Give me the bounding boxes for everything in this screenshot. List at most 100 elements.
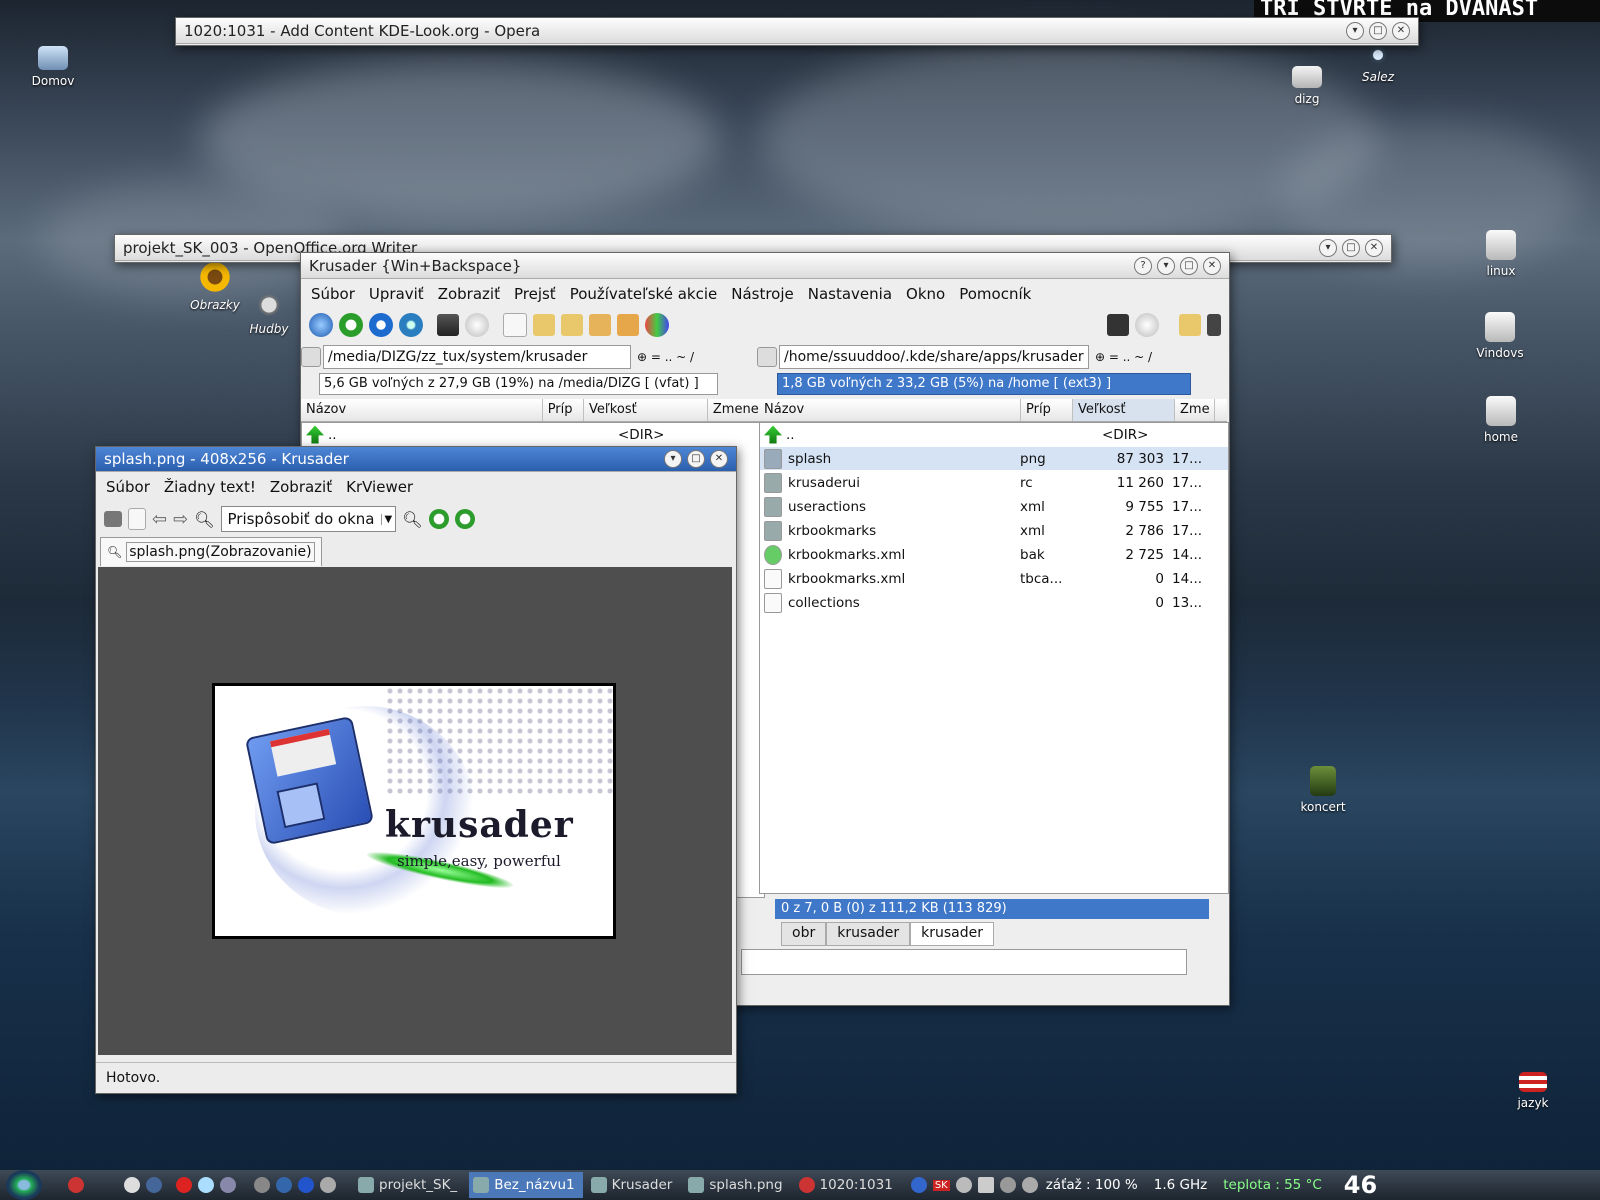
menu-okno[interactable]: Okno bbox=[906, 285, 945, 303]
shade-button[interactable]: ▾ bbox=[1157, 256, 1175, 275]
keyboard-layout-icon[interactable]: SK bbox=[932, 1179, 950, 1191]
left-path-buttons[interactable]: ⊕ = .. ~ / bbox=[637, 350, 694, 364]
menu-zobrazit[interactable]: Zobraziť bbox=[438, 285, 500, 303]
menu-nastroje[interactable]: Nástroje bbox=[731, 285, 794, 303]
table-row-selected[interactable]: splash png 87 303 17... bbox=[760, 447, 1228, 470]
disk-icon[interactable] bbox=[999, 1177, 1016, 1193]
menu-ziadny-text[interactable]: Žiadny text! bbox=[164, 478, 256, 496]
rotate-left-icon[interactable] bbox=[428, 509, 449, 529]
app-icon[interactable] bbox=[220, 1177, 236, 1193]
task-splash[interactable]: splash.png bbox=[684, 1172, 790, 1198]
table-row[interactable]: collections 0 13... bbox=[760, 591, 1228, 614]
menu-zobrazit[interactable]: Zobraziť bbox=[270, 478, 332, 496]
folder-icon[interactable] bbox=[561, 314, 583, 336]
weather-icon[interactable] bbox=[1021, 1177, 1038, 1193]
column-nazov[interactable]: Názov bbox=[301, 399, 543, 421]
tab-obr[interactable]: obr bbox=[781, 922, 827, 946]
network-icon[interactable] bbox=[124, 1177, 140, 1193]
image-canvas[interactable]: krusader simple,easy, powerful bbox=[98, 567, 732, 1055]
folder-icon[interactable] bbox=[1179, 314, 1201, 336]
disc-icon[interactable] bbox=[1135, 313, 1159, 337]
menu-upravit[interactable]: Upraviť bbox=[369, 285, 424, 303]
zoom-icon[interactable]: 🔍︎ bbox=[194, 510, 214, 529]
menu-pomocnik[interactable]: Pomocník bbox=[959, 285, 1031, 303]
close-button[interactable]: ✕ bbox=[1203, 256, 1221, 275]
column-velkost[interactable]: Veľkosť bbox=[584, 399, 708, 421]
table-row[interactable]: useractions xml 9 755 17... bbox=[760, 495, 1228, 518]
close-button[interactable]: ✕ bbox=[710, 450, 728, 468]
opera-titlebar[interactable]: 1020:1031 - Add Content KDE-Look.org - O… bbox=[176, 18, 1418, 44]
rotate-right-icon[interactable] bbox=[454, 509, 475, 529]
disc-icon[interactable] bbox=[465, 313, 489, 337]
print-icon[interactable] bbox=[104, 511, 122, 527]
media-icon[interactable] bbox=[254, 1177, 270, 1193]
clock[interactable]: 46 bbox=[1344, 1171, 1377, 1199]
audio-icon[interactable] bbox=[955, 1177, 972, 1193]
table-row[interactable]: krbookmarks.xml bak 2 725 14... bbox=[760, 543, 1228, 566]
menu-prejst[interactable]: Prejsť bbox=[514, 285, 556, 303]
panel-menu-icon[interactable] bbox=[757, 347, 777, 367]
task-krusader[interactable]: Krusader bbox=[587, 1172, 681, 1198]
viewer-window[interactable]: splash.png - 408x256 - Krusader ▾ □ ✕ Sú… bbox=[95, 446, 737, 1094]
app-icon[interactable] bbox=[320, 1177, 336, 1193]
column-nazov[interactable]: Názov bbox=[759, 399, 1021, 421]
folder-icon[interactable] bbox=[533, 314, 555, 336]
move-icon[interactable] bbox=[617, 314, 639, 336]
column-prip[interactable]: Príp bbox=[1021, 399, 1073, 421]
refresh-icon[interactable] bbox=[339, 313, 363, 337]
help-button[interactable]: ? bbox=[1134, 256, 1152, 275]
column-prip[interactable]: Príp bbox=[543, 399, 585, 421]
desktop-icon-salez[interactable]: Salez bbox=[1333, 44, 1423, 84]
close-button[interactable]: ✕ bbox=[1392, 21, 1410, 40]
desktop-icon-domov[interactable]: Domov bbox=[8, 46, 98, 88]
shade-button[interactable]: ▾ bbox=[1346, 21, 1364, 40]
shade-button[interactable]: ▾ bbox=[1319, 238, 1337, 257]
tools-icon[interactable] bbox=[68, 1177, 84, 1193]
column-zme[interactable]: Zme bbox=[1175, 399, 1215, 421]
bluetooth-icon[interactable] bbox=[910, 1177, 927, 1193]
column-velkost-sorted[interactable]: Veľkosť bbox=[1073, 399, 1175, 421]
column-zmene[interactable]: Zmene bbox=[708, 399, 763, 421]
list-item[interactable]: .. <DIR> bbox=[302, 423, 764, 446]
tab-krusader-active[interactable]: krusader bbox=[910, 922, 994, 946]
browser-icon[interactable] bbox=[276, 1177, 292, 1193]
table-row[interactable]: krusaderui rc 11 260 17... bbox=[760, 471, 1228, 494]
menu-subor[interactable]: Súbor bbox=[106, 478, 150, 496]
desktop-icon-home[interactable]: home bbox=[1456, 396, 1546, 444]
player-icon[interactable] bbox=[298, 1177, 314, 1193]
desktop-icon-koncert[interactable]: koncert bbox=[1278, 766, 1368, 814]
menu-pouzivatelske-akcie[interactable]: Používateľské akcie bbox=[570, 285, 718, 303]
panel-menu-icon[interactable] bbox=[301, 347, 321, 367]
shade-button[interactable]: ▾ bbox=[664, 450, 682, 468]
tab-krusader[interactable]: krusader bbox=[826, 922, 911, 946]
right-path-buttons[interactable]: ⊕ = .. ~ / bbox=[1095, 350, 1152, 364]
task-opera[interactable]: 1020:1031 bbox=[795, 1172, 901, 1198]
opera-icon[interactable] bbox=[176, 1177, 192, 1193]
editor-icon[interactable] bbox=[198, 1177, 214, 1193]
task-bez-nazvu[interactable]: Bez_názvu1 bbox=[469, 1172, 583, 1198]
close-button[interactable]: ✕ bbox=[1365, 238, 1383, 257]
back-icon[interactable]: ⇦ bbox=[152, 509, 167, 530]
app-icon[interactable] bbox=[146, 1177, 162, 1193]
opera-window[interactable]: 1020:1031 - Add Content KDE-Look.org - O… bbox=[175, 17, 1419, 46]
command-line-input[interactable] bbox=[741, 949, 1187, 975]
copy-icon[interactable] bbox=[589, 314, 611, 336]
left-path-input[interactable]: /media/DIZG/zz_tux/system/krusader bbox=[323, 345, 631, 369]
maximize-button[interactable]: □ bbox=[1342, 238, 1360, 257]
target-icon[interactable] bbox=[369, 313, 393, 337]
device-icon[interactable] bbox=[1207, 314, 1221, 336]
terminal-icon[interactable] bbox=[1107, 314, 1129, 336]
zoom-icon[interactable]: 🔍︎ bbox=[402, 510, 422, 529]
right-path-input[interactable]: /home/ssuuddoo/.kde/share/apps/krusader bbox=[779, 345, 1089, 369]
maximize-button[interactable]: □ bbox=[1180, 256, 1198, 275]
battery-icon[interactable] bbox=[977, 1177, 994, 1193]
menu-krviewer[interactable]: KrViewer bbox=[346, 478, 413, 496]
krusader-titlebar[interactable]: Krusader {Win+Backspace} ? ▾ □ ✕ bbox=[301, 253, 1229, 279]
maximize-button[interactable]: □ bbox=[1369, 21, 1387, 40]
search-icon[interactable] bbox=[399, 313, 423, 337]
viewer-titlebar[interactable]: splash.png - 408x256 - Krusader ▾ □ ✕ bbox=[96, 447, 736, 472]
new-file-icon[interactable] bbox=[503, 313, 527, 337]
forward-icon[interactable]: ⇨ bbox=[173, 509, 188, 530]
desktop-icon-linux[interactable]: linux bbox=[1456, 230, 1546, 278]
desktop-icon-jazyk[interactable]: jazyk bbox=[1488, 1072, 1578, 1110]
